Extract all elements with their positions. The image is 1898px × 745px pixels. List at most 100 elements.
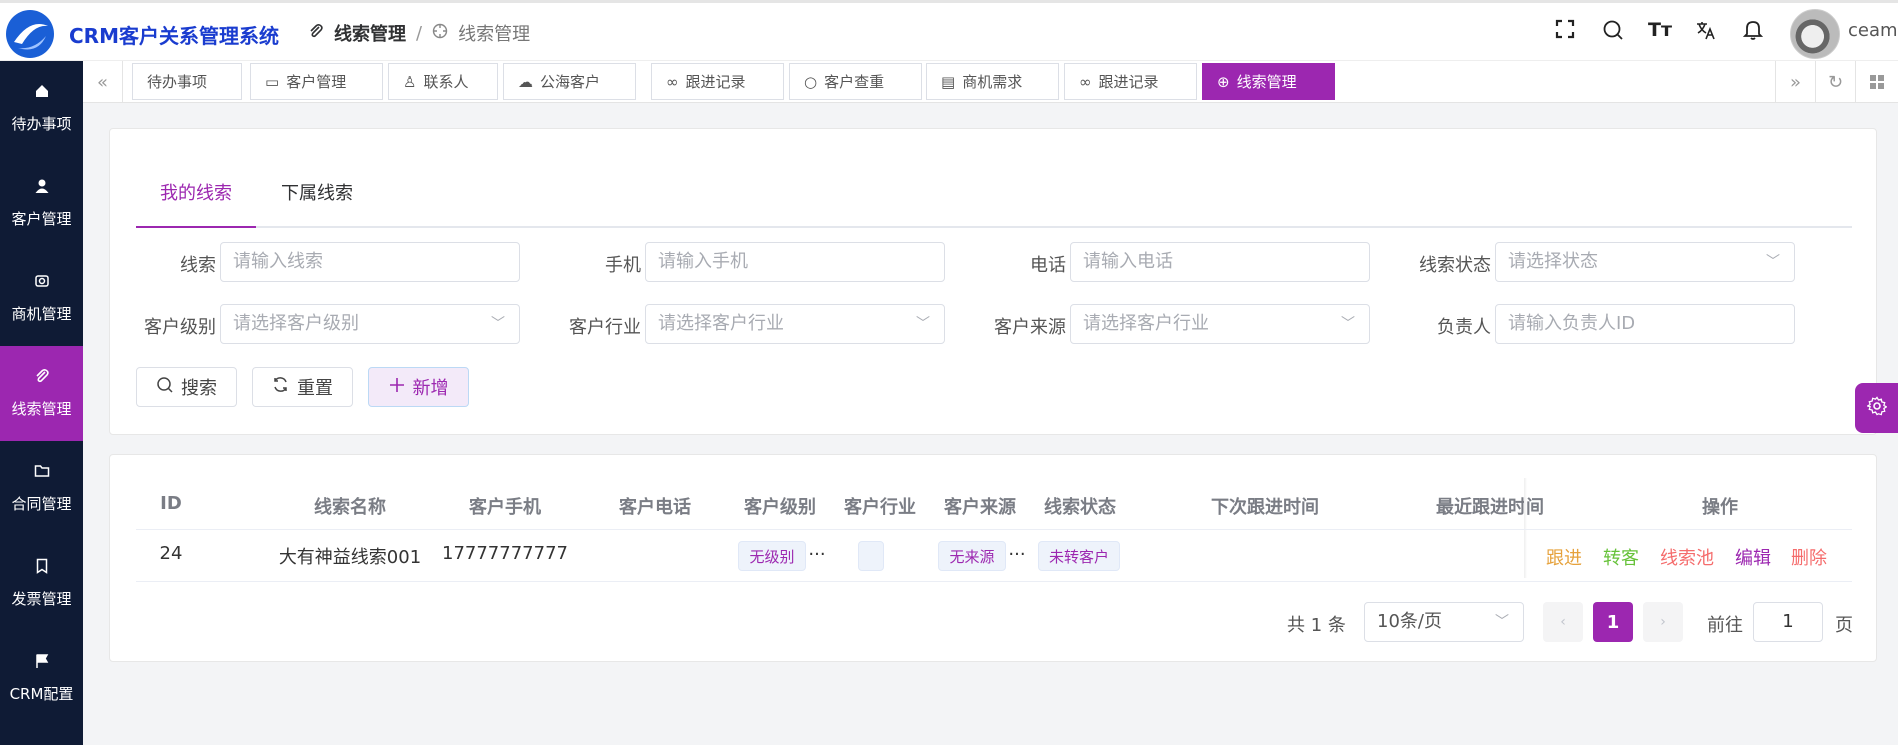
sidebar-item-crm-config[interactable]: CRM配置	[0, 631, 83, 726]
username[interactable]: ceam	[1848, 20, 1898, 41]
user-icon: ♙	[403, 72, 417, 91]
active-tab-indicator	[136, 226, 256, 228]
tag-duplicate-check[interactable]: ○ 客户查重	[789, 63, 922, 100]
edit-link[interactable]: 编辑	[1735, 544, 1771, 570]
status-placeholder: 请选择状态	[1508, 251, 1598, 272]
search-icon	[156, 376, 173, 398]
sidebar-item-contracts[interactable]: 合同管理	[0, 441, 83, 536]
lead-input[interactable]: 请输入线索	[220, 242, 520, 282]
home-icon	[34, 83, 50, 103]
tag-label: 商机需求	[962, 73, 1023, 91]
column-header: 线索名称	[314, 497, 386, 518]
add-button[interactable]: 新增	[368, 367, 469, 407]
tag-todo[interactable]: 待办事项	[132, 63, 242, 100]
opportunity-icon	[34, 273, 50, 293]
sidebar-item-todo[interactable]: 待办事项	[0, 61, 83, 156]
phone-label: 电话	[1030, 255, 1066, 276]
search-icon[interactable]	[1602, 19, 1624, 41]
card-icon: ▭	[265, 72, 280, 91]
column-header: 线索状态	[1044, 497, 1116, 518]
level-select[interactable]: 请选择客户级别 ﹀	[220, 304, 520, 344]
sidebar-item-customers[interactable]: 客户管理	[0, 156, 83, 251]
level-tag: 无级别	[738, 541, 806, 571]
owner-input[interactable]: 请输入负责人ID	[1495, 304, 1795, 344]
industry-label: 客户行业	[569, 317, 641, 338]
fixed-column-shadow	[1524, 478, 1527, 578]
tag-public-customers[interactable]: ☁ 公海客户	[503, 63, 636, 100]
sidebar-item-leads[interactable]: 线索管理	[0, 346, 83, 441]
logo	[4, 8, 56, 60]
owner-label: 负责人	[1437, 317, 1491, 338]
status-select[interactable]: 请选择状态 ﹀	[1495, 242, 1795, 282]
goto-label: 前往	[1707, 615, 1743, 636]
scroll-right-icon[interactable]: »	[1775, 61, 1815, 103]
sidebar-item-opportunities[interactable]: 商机管理	[0, 251, 83, 346]
page-size-value: 10条/页	[1377, 611, 1442, 632]
convert-link[interactable]: 转客	[1603, 544, 1639, 570]
top-bar: CRM客户关系管理系统 线索管理 / 线索管理 Tт ceam	[0, 0, 1898, 61]
lead-pool-link[interactable]: 线索池	[1660, 544, 1714, 570]
followup-link[interactable]: 跟进	[1546, 544, 1582, 570]
sidebar-item-invoices[interactable]: 发票管理	[0, 536, 83, 631]
tag-label: 跟进记录	[1098, 73, 1159, 91]
tag-opportunities[interactable]: ▤ 商机需求	[926, 63, 1059, 100]
sidebar-item-label: 客户管理	[11, 210, 72, 228]
bookmark-icon	[34, 558, 50, 578]
tag-leads[interactable]: ⊕ 线索管理	[1202, 63, 1335, 100]
search-button[interactable]: 搜索	[136, 367, 237, 407]
bike-icon: ∞	[1079, 72, 1092, 91]
bell-icon[interactable]	[1743, 19, 1763, 41]
source-select[interactable]: 请选择客户行业 ﹀	[1070, 304, 1370, 344]
prev-page-button[interactable]: ‹	[1543, 602, 1583, 642]
source-label: 客户来源	[994, 317, 1066, 338]
tag-label: 线索管理	[1236, 73, 1297, 91]
page-number-current[interactable]: 1	[1593, 602, 1633, 642]
column-header: 客户电话	[619, 497, 691, 518]
tag-followup[interactable]: ∞ 跟进记录	[651, 63, 784, 100]
plus-icon	[389, 377, 405, 398]
tag-contacts[interactable]: ♙ 联系人	[388, 63, 498, 100]
font-size-icon[interactable]: Tт	[1648, 19, 1672, 41]
tab-my-leads[interactable]: 我的线索	[160, 179, 232, 205]
refresh-icon[interactable]: ↻	[1815, 61, 1855, 103]
industry-tag	[858, 541, 884, 571]
tag-followup-2[interactable]: ∞ 跟进记录	[1064, 63, 1197, 100]
fullscreen-icon[interactable]	[1555, 19, 1575, 39]
translate-icon[interactable]	[1695, 19, 1717, 41]
sidebar-item-label: 待办事项	[11, 115, 72, 133]
sidebar: 待办事项 客户管理 商机管理 线索管理 合同管理 发票管理 CRM配置	[0, 61, 83, 745]
industry-select[interactable]: 请选择客户行业 ﹀	[645, 304, 945, 344]
sidebar-item-label: 合同管理	[11, 495, 72, 513]
cloud-icon: ☁	[518, 72, 533, 91]
tag-label: 联系人	[423, 73, 469, 91]
status-badge: 未转客户	[1038, 541, 1120, 571]
phone-input[interactable]: 请输入电话	[1070, 242, 1370, 282]
breadcrumb-item-current: 线索管理	[458, 24, 531, 45]
grid-menu-icon[interactable]	[1855, 61, 1898, 103]
cell-mobile: 17777777777	[442, 543, 568, 564]
avatar[interactable]	[1790, 9, 1840, 59]
sidebar-item-label: 线索管理	[11, 400, 72, 418]
next-page-button[interactable]: ›	[1643, 602, 1683, 642]
delete-link[interactable]: 删除	[1791, 544, 1827, 570]
divider	[136, 581, 1852, 582]
gear-icon	[1865, 396, 1888, 420]
goto-page-input[interactable]: 1	[1753, 602, 1823, 642]
scroll-left-icon[interactable]: «	[83, 61, 123, 103]
lead-tabs: 我的线索 下属线索	[136, 129, 1852, 228]
settings-button[interactable]	[1855, 383, 1898, 433]
mobile-input[interactable]: 请输入手机	[645, 242, 945, 282]
divider	[136, 529, 1852, 530]
column-header: ID	[160, 493, 182, 514]
breadcrumb-separator: /	[416, 22, 423, 44]
chevron-down-icon: ﹀	[491, 316, 505, 332]
refresh-icon	[272, 376, 289, 398]
reset-button[interactable]: 重置	[252, 367, 353, 407]
chevron-down-icon: ﹀	[1766, 254, 1780, 270]
tab-subordinate-leads[interactable]: 下属线索	[281, 179, 353, 205]
page-size-select[interactable]: 10条/页 ﹀	[1364, 602, 1524, 642]
tag-customers[interactable]: ▭ 客户管理	[250, 63, 383, 100]
breadcrumb-item-parent[interactable]: 线索管理	[334, 20, 406, 46]
tags-view: « 待办事项 ▭ 客户管理 ♙ 联系人 ☁ 公海客户 ∞ 跟进记录 ○ 客户查重 ▤ 商机需…	[83, 61, 1898, 103]
search-button-label: 搜索	[181, 378, 217, 399]
